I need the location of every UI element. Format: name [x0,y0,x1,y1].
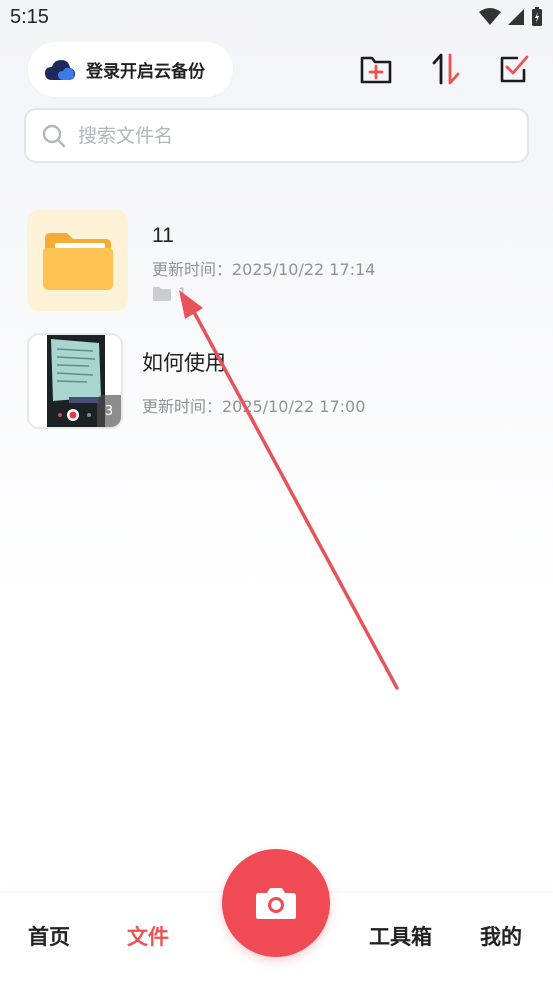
sort-icon [432,53,460,85]
status-time: 5:15 [10,6,49,28]
document-updated-time: 更新时间：2025/10/22 17:00 [142,397,366,416]
document-name: 如何使用 [142,351,226,375]
nav-files[interactable]: 文件 [127,921,169,951]
camera-button[interactable] [222,849,330,957]
multi-select-button[interactable] [497,52,531,86]
document-item[interactable]: 3 如何使用 更新时间：2025/10/22 17:00 [27,333,527,429]
camera-icon [256,888,296,919]
status-bar: 5:15 [0,0,553,38]
nav-toolbox[interactable]: 工具箱 [369,921,432,951]
document-thumbnail: 3 [27,333,123,429]
nav-home[interactable]: 首页 [28,921,70,951]
sort-button[interactable] [429,52,463,86]
nav-mine[interactable]: 我的 [480,921,522,951]
search-input[interactable] [78,124,478,147]
cloud-icon [45,59,75,80]
signal-icon [508,9,524,25]
small-folder-icon [153,287,171,301]
wifi-icon [479,8,501,25]
status-icons [479,7,543,27]
folder-thumbnail [27,210,128,311]
folder-count-value: 1 [178,286,187,302]
new-folder-button[interactable] [359,52,393,86]
folder-updated-time: 更新时间：2025/10/22 17:14 [152,260,376,279]
new-folder-icon [360,56,392,84]
folder-item[interactable]: 11 更新时间：2025/10/22 17:14 1 [27,210,527,312]
search-icon [42,124,66,147]
cloud-backup-button[interactable]: 登录开启云备份 [28,42,233,97]
search-bar[interactable] [24,108,529,163]
battery-icon [532,7,542,26]
folder-name: 11 [152,224,174,247]
page-count-badge: 3 [97,395,121,427]
folder-icon [42,232,113,290]
cloud-backup-label: 登录开启云备份 [86,62,205,82]
folder-item-count: 1 [152,286,187,302]
select-checkbox-icon [500,55,529,83]
